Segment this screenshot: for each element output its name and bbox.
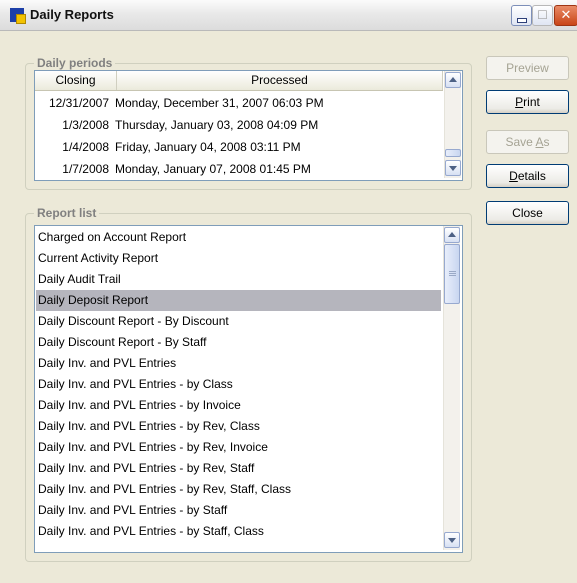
report-list-title: Report list <box>34 206 100 220</box>
processed-cell: Monday, December 31, 2007 06:03 PM <box>115 96 324 110</box>
report-list-item[interactable]: Daily Inv. and PVL Entries - by Staff, C… <box>36 521 441 542</box>
report-list-item[interactable]: Charged on Account Report <box>36 227 441 248</box>
preview-button[interactable]: Preview <box>486 56 569 80</box>
scroll-thumb[interactable] <box>444 244 460 304</box>
report-list-item[interactable]: Daily Inv. and PVL Entries - by Rev, Sta… <box>36 479 441 500</box>
period-row[interactable]: 12/31/2007 Monday, December 31, 2007 06:0… <box>35 92 324 114</box>
period-row[interactable]: 1/4/2008 Friday, January 04, 2008 03:11 P… <box>35 136 301 158</box>
report-list-item[interactable]: Daily Inv. and PVL Entries - by Rev, Cla… <box>36 416 441 437</box>
save-as-button[interactable]: Save As <box>486 130 569 154</box>
report-list-scrollbar[interactable] <box>443 226 460 550</box>
scroll-thumb[interactable] <box>445 149 461 157</box>
minimize-button[interactable] <box>511 5 532 26</box>
print-button[interactable]: Print <box>486 90 569 114</box>
window-title: Daily Reports <box>30 7 114 22</box>
report-list-item[interactable]: Daily Inv. and PVL Entries - by Rev, Inv… <box>36 437 441 458</box>
maximize-button[interactable]: ☐ <box>532 5 553 26</box>
closing-cell: 1/3/2008 <box>62 118 109 132</box>
report-list-item[interactable]: Daily Discount Report - By Staff <box>36 332 441 353</box>
daily-periods-title: Daily periods <box>34 56 116 70</box>
processed-cell: Thursday, January 03, 2008 04:09 PM <box>115 118 319 132</box>
report-list-item[interactable]: Daily Inv. and PVL Entries - by Staff <box>36 500 441 521</box>
closing-cell: 1/4/2008 <box>62 140 109 154</box>
report-list-item[interactable]: Daily Inv. and PVL Entries - by Invoice <box>36 395 441 416</box>
close-button[interactable]: Close <box>486 201 569 225</box>
report-listbox[interactable]: Charged on Account Report Current Activit… <box>34 225 463 553</box>
maximize-icon: ☐ <box>537 8 548 22</box>
column-header-processed[interactable]: Processed <box>117 71 443 90</box>
report-list-item[interactable]: Daily Inv. and PVL Entries - by Class <box>36 374 441 395</box>
listview-header: Closing Processed <box>35 71 443 91</box>
report-list-item[interactable]: Daily Deposit Report <box>36 290 441 311</box>
report-list-item[interactable]: Daily Inv. and PVL Entries - by Rev, Sta… <box>36 458 441 479</box>
scroll-down-icon[interactable] <box>444 532 460 548</box>
details-button[interactable]: Details <box>486 164 569 188</box>
title-bar[interactable]: Daily Reports ☐ ✕ <box>0 0 577 31</box>
report-list-item[interactable]: Daily Discount Report - By Discount <box>36 311 441 332</box>
close-icon: ✕ <box>560 8 572 23</box>
daily-periods-scrollbar[interactable] <box>444 71 461 178</box>
report-list-item[interactable]: Daily Inv. and PVL Entries <box>36 353 441 374</box>
closing-cell: 12/31/2007 <box>48 96 109 110</box>
closing-cell: 1/7/2008 <box>62 162 109 176</box>
processed-cell: Monday, January 07, 2008 01:45 PM <box>115 162 311 176</box>
scroll-up-icon[interactable] <box>445 72 461 88</box>
processed-cell: Friday, January 04, 2008 03:11 PM <box>115 140 301 154</box>
daily-periods-listview[interactable]: Closing Processed 12/31/2007 Monday, Dece… <box>34 70 463 181</box>
report-list-item[interactable]: Current Activity Report <box>36 248 441 269</box>
scroll-down-icon[interactable] <box>445 160 461 176</box>
app-icon <box>10 8 26 24</box>
column-header-closing[interactable]: Closing <box>35 71 117 90</box>
period-row[interactable]: 1/3/2008 Thursday, January 03, 2008 04:09… <box>35 114 318 136</box>
scroll-up-icon[interactable] <box>444 227 460 243</box>
close-window-button[interactable]: ✕ <box>554 5 577 26</box>
period-row[interactable]: 1/7/2008 Monday, January 07, 2008 01:45 P… <box>35 158 311 180</box>
report-list-item[interactable]: Daily Audit Trail <box>36 269 441 290</box>
